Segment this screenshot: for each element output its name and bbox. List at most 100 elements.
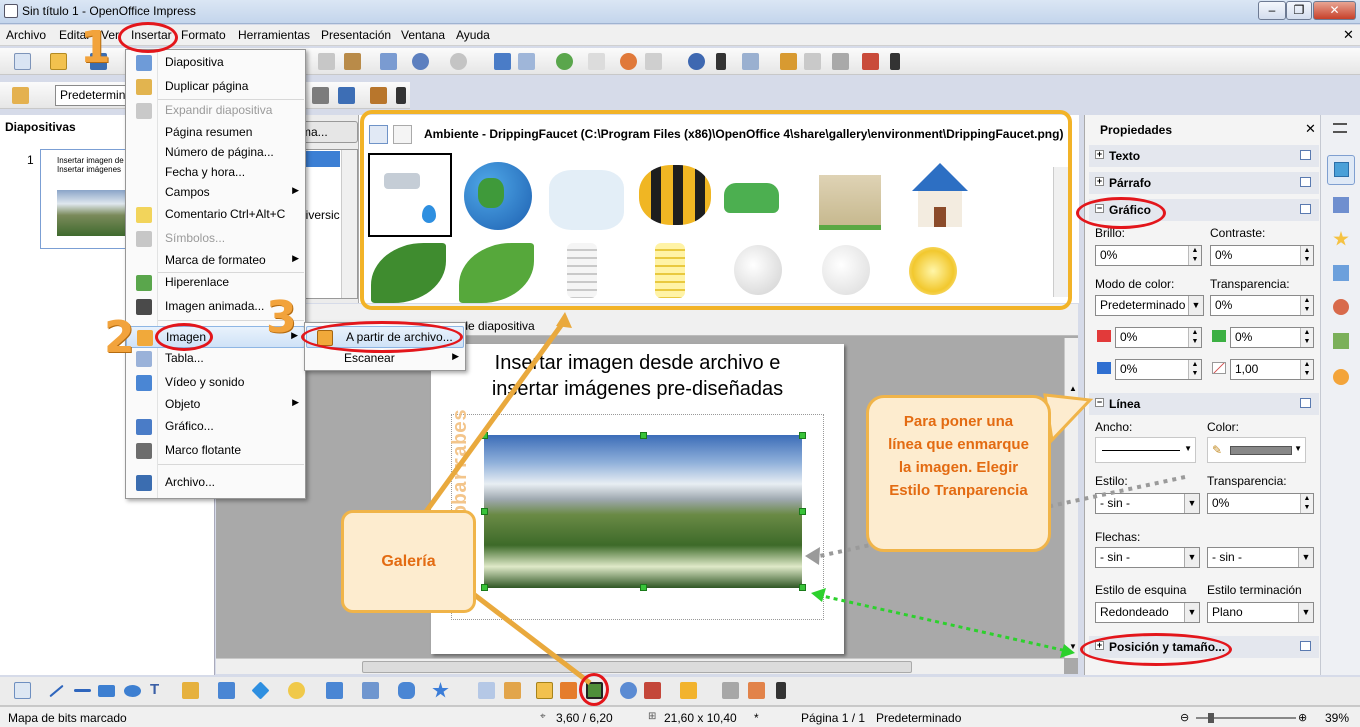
- gallery-item-leaf-1[interactable]: [371, 243, 446, 303]
- insert-menu-item-diapositiva[interactable]: Diapositiva: [126, 52, 305, 74]
- interaction-icon[interactable]: [748, 682, 765, 699]
- slide-canvas[interactable]: Insertar imagen desde archivo e insertar…: [431, 344, 844, 654]
- handle-bl[interactable]: [481, 584, 488, 591]
- sidebar-navigator-icon[interactable]: [1333, 369, 1349, 385]
- redo-icon[interactable]: [450, 53, 467, 70]
- scroll-down-icon[interactable]: ▼: [1069, 642, 1077, 651]
- select-arrow-icon[interactable]: [14, 682, 31, 699]
- symbol-shapes-icon[interactable]: [288, 682, 305, 699]
- grafico-transparencia-spin-arrows[interactable]: ▲ ▼: [1300, 296, 1313, 315]
- slide-design-icon[interactable]: [780, 53, 797, 70]
- blue-spin-arrows[interactable]: ▲ ▼: [1188, 360, 1201, 379]
- view-tab-partial[interactable]: r de diapositiva: [454, 319, 535, 333]
- menu-ayuda[interactable]: Ayuda: [456, 28, 490, 42]
- chart-icon[interactable]: [494, 53, 511, 70]
- sidebar-animation-icon[interactable]: [1333, 299, 1349, 315]
- cap-style-dropdown-icon[interactable]: ▼: [1298, 603, 1313, 622]
- scroll-up-icon[interactable]: ▲: [1069, 384, 1077, 393]
- gallery-item-cfl-yellow[interactable]: [655, 243, 685, 298]
- insert-menu-item-archivo[interactable]: Archivo...: [126, 472, 305, 494]
- horizontal-scrollbar[interactable]: [216, 658, 1064, 674]
- zoom-out-icon[interactable]: ⊖: [1180, 711, 1189, 724]
- toolbar3-overflow-icon[interactable]: [396, 87, 406, 104]
- more-options-linea-icon[interactable]: [1300, 398, 1311, 408]
- line-style-dropdown-icon[interactable]: ▼: [1184, 494, 1199, 513]
- menu-ventana[interactable]: Ventana: [401, 28, 445, 42]
- undo-icon[interactable]: [412, 53, 429, 70]
- slide-title[interactable]: Insertar imagen desde archivo e insertar…: [431, 350, 844, 402]
- brillo-spinbox[interactable]: 0% ▲ ▼: [1095, 245, 1202, 266]
- handle-bc[interactable]: [640, 584, 647, 591]
- gallery-item-cfl-white[interactable]: [567, 243, 597, 298]
- new-slide-icon[interactable]: [804, 53, 821, 70]
- handle-tl[interactable]: [481, 432, 488, 439]
- points-icon[interactable]: [478, 682, 495, 699]
- new-icon[interactable]: [14, 53, 31, 70]
- expand-parrafo-icon[interactable]: +: [1095, 177, 1104, 186]
- gallery-item-earth[interactable]: [464, 162, 532, 230]
- sidebar-styles-icon[interactable]: [1333, 231, 1349, 246]
- insert-menu-item-tabla[interactable]: Tabla...: [126, 348, 305, 370]
- flowchart-icon[interactable]: [362, 682, 379, 699]
- close-document-icon[interactable]: ✕: [1343, 27, 1354, 43]
- contraste-spin-arrows[interactable]: ▲ ▼: [1300, 246, 1313, 265]
- toolbar2-overflow-icon[interactable]: [890, 53, 900, 70]
- handle-ml[interactable]: [481, 508, 488, 515]
- cap-style-select[interactable]: Plano ▼: [1207, 602, 1314, 623]
- red-spin-arrows[interactable]: ▲ ▼: [1188, 328, 1201, 347]
- fontwork-icon[interactable]: [556, 53, 573, 70]
- gallery-item-bulb-on[interactable]: [909, 247, 957, 295]
- contraste-spinbox[interactable]: 0% ▲ ▼: [1210, 245, 1314, 266]
- gallery-scrollbar[interactable]: [1053, 167, 1069, 297]
- arrow-start-select[interactable]: - sin - ▼: [1095, 547, 1200, 568]
- glue-points-icon[interactable]: [504, 682, 521, 699]
- drawing-toolbar-overflow-icon[interactable]: [776, 682, 786, 699]
- line-tool-icon[interactable]: [49, 684, 64, 698]
- fontwork-gallery-icon[interactable]: [536, 682, 553, 699]
- sidebar-menu-icon[interactable]: [1333, 123, 1347, 133]
- blue-spinbox[interactable]: 0% ▲ ▼: [1115, 359, 1202, 380]
- more-options-parrafo-icon[interactable]: [1300, 177, 1311, 187]
- insert-menu-item-numero-pagina[interactable]: Número de página...: [126, 142, 305, 164]
- green-spin-arrows[interactable]: ▲ ▼: [1300, 328, 1313, 347]
- handle-tr[interactable]: [799, 432, 806, 439]
- line-width-dropdown-icon[interactable]: ▼: [1184, 444, 1192, 453]
- minimize-button[interactable]: –: [1258, 1, 1286, 20]
- handle-mr[interactable]: [799, 508, 806, 515]
- format-paintbrush-icon[interactable]: [380, 53, 397, 70]
- properties-close-icon[interactable]: ✕: [1305, 121, 1316, 137]
- basic-shapes-icon[interactable]: [251, 681, 270, 700]
- sidebar-gallery-icon[interactable]: [1333, 333, 1349, 349]
- arrow-start-dropdown-icon[interactable]: ▼: [1184, 548, 1199, 567]
- corner-style-select[interactable]: Redondeado ▼: [1095, 602, 1200, 623]
- callouts-icon[interactable]: [398, 682, 415, 699]
- slide-layout-icon[interactable]: [742, 53, 759, 70]
- open-icon[interactable]: [50, 53, 67, 70]
- handle-br[interactable]: [799, 584, 806, 591]
- line-color-picker[interactable]: ✎ ▼: [1207, 437, 1306, 463]
- connector-tool-icon[interactable]: [218, 682, 235, 699]
- arrow-end-dropdown-icon[interactable]: ▼: [1298, 548, 1313, 567]
- gallery-list-scrollbar[interactable]: [341, 150, 357, 298]
- extrusion-icon[interactable]: [722, 682, 739, 699]
- gallery-item-bulb-white[interactable]: [822, 245, 870, 295]
- maximize-button[interactable]: ❐: [1286, 1, 1312, 20]
- sidebar-tab-properties[interactable]: [1327, 155, 1355, 185]
- gallery-item-dripping-faucet[interactable]: [368, 153, 452, 237]
- insert-menu-item-comentario[interactable]: Comentario Ctrl+Alt+C: [126, 204, 305, 226]
- insert-menu-item-pagina-resumen[interactable]: Página resumen: [126, 122, 305, 144]
- delete-slide-icon[interactable]: [832, 53, 849, 70]
- brillo-spin-arrows[interactable]: ▲ ▼: [1188, 246, 1201, 265]
- insert-menu-item-marco-flotante[interactable]: Marco flotante: [126, 440, 305, 462]
- paste-icon[interactable]: [344, 53, 361, 70]
- zoom-icon[interactable]: [645, 53, 662, 70]
- modo-color-select[interactable]: Predeterminado ▼: [1095, 295, 1204, 316]
- menu-herramientas[interactable]: Herramientas: [238, 28, 310, 42]
- gallery-item-bulb-off[interactable]: [734, 245, 782, 295]
- insert-menu-item-video-sonido[interactable]: Vídeo y sonido: [126, 372, 305, 394]
- grid-icon[interactable]: [588, 53, 605, 70]
- presentation-icon[interactable]: [862, 53, 879, 70]
- crop-icon[interactable]: [370, 87, 387, 104]
- align-icon[interactable]: [644, 682, 661, 699]
- inserted-landscape-image[interactable]: [484, 435, 802, 588]
